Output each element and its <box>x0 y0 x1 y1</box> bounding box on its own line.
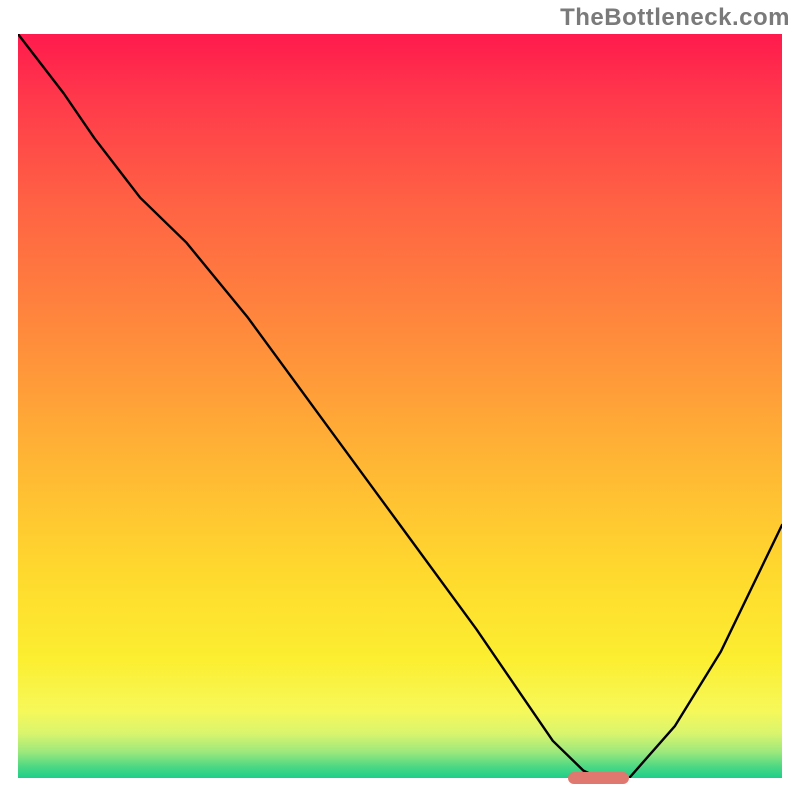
curve-svg <box>18 34 782 778</box>
bottleneck-curve <box>18 34 782 778</box>
plot-area <box>18 34 782 778</box>
optimal-range-marker <box>568 772 629 784</box>
chart-stage: TheBottleneck.com <box>0 0 800 800</box>
watermark-text: TheBottleneck.com <box>560 4 790 32</box>
